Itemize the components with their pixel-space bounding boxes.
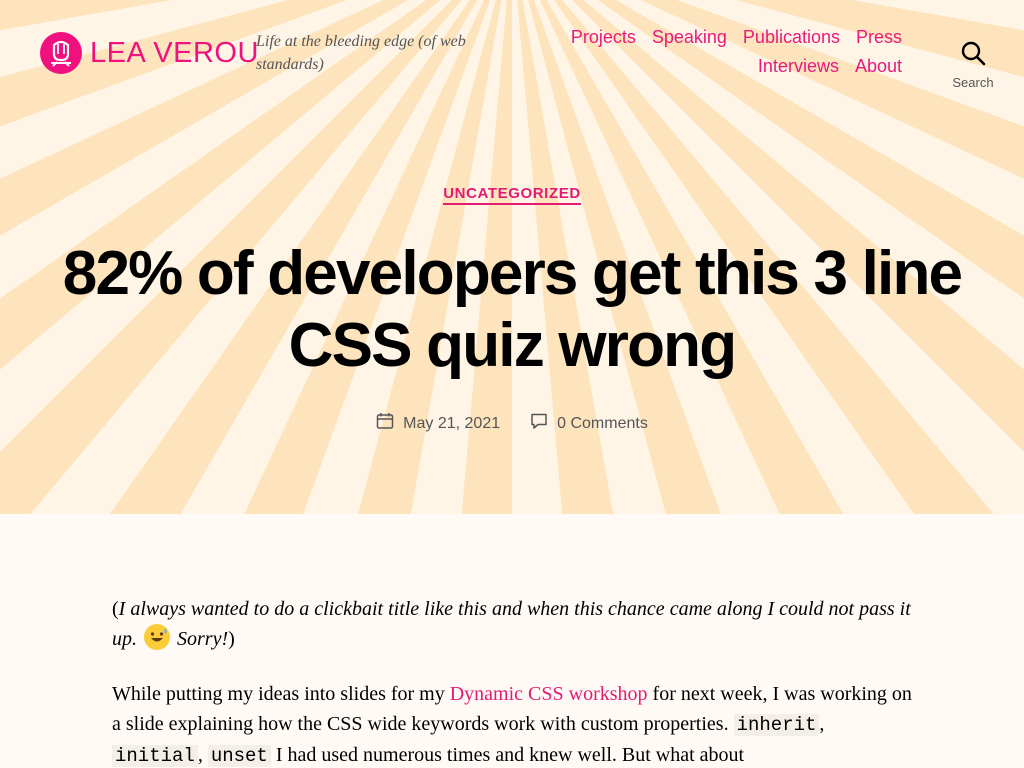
intro-paragraph: (I always wanted to do a clickbait title… — [112, 594, 912, 654]
nav-speaking[interactable]: Speaking — [652, 26, 727, 49]
keyword-initial: initial — [112, 745, 198, 767]
comments-link[interactable]: 0 Comments — [557, 415, 648, 433]
calendar-icon — [376, 412, 394, 435]
logo-icon — [40, 32, 82, 74]
body-paragraph: While putting my ideas into slides for m… — [112, 679, 912, 768]
workshop-link[interactable]: Dynamic CSS workshop — [450, 683, 648, 705]
post-meta: May 21, 2021 0 Comments — [0, 412, 1024, 435]
post-title: 82% of developers get this 3 line CSS qu… — [62, 239, 963, 380]
post-comments: 0 Comments — [530, 412, 648, 435]
nav-publications[interactable]: Publications — [743, 26, 840, 49]
paren-close: ) — [228, 628, 235, 650]
nav-projects[interactable]: Projects — [571, 26, 636, 49]
search-label: Search — [952, 75, 994, 90]
search-icon — [960, 41, 986, 70]
post-category: UNCATEGORIZED — [0, 185, 1024, 205]
comment-icon — [530, 412, 548, 435]
nav-interviews[interactable]: Interviews — [758, 55, 839, 78]
sep-2: , — [197, 744, 208, 766]
post-date: May 21, 2021 — [376, 412, 500, 435]
post-content: (I always wanted to do a clickbait title… — [112, 594, 912, 768]
primary-nav: Projects Speaking Publications Press Int… — [542, 26, 902, 78]
keyword-inherit: inherit — [733, 714, 820, 736]
intro-sorry: Sorry! — [177, 628, 229, 650]
sep-1: , — [819, 713, 825, 735]
p2-text-a: While putting my ideas into slides for m… — [112, 683, 450, 705]
category-link[interactable]: UNCATEGORIZED — [443, 185, 581, 205]
site-logo-link[interactable]: LEA VEROU — [40, 32, 259, 74]
post-date-link[interactable]: May 21, 2021 — [403, 415, 500, 433]
site-title: LEA VEROU — [90, 36, 259, 69]
search-toggle[interactable]: Search — [948, 40, 998, 90]
grinning-sweat-emoji-icon — [144, 624, 170, 650]
nav-press[interactable]: Press — [856, 26, 902, 49]
nav-about[interactable]: About — [855, 55, 902, 78]
hero-header: LEA VEROU Life at the bleeding edge (of … — [0, 0, 1024, 514]
site-tagline: Life at the bleeding edge (of web standa… — [256, 33, 466, 73]
p2-text-c: I had used numerous times and knew well.… — [270, 744, 745, 766]
paren-open: ( — [112, 598, 119, 620]
keyword-unset: unset — [207, 745, 271, 767]
